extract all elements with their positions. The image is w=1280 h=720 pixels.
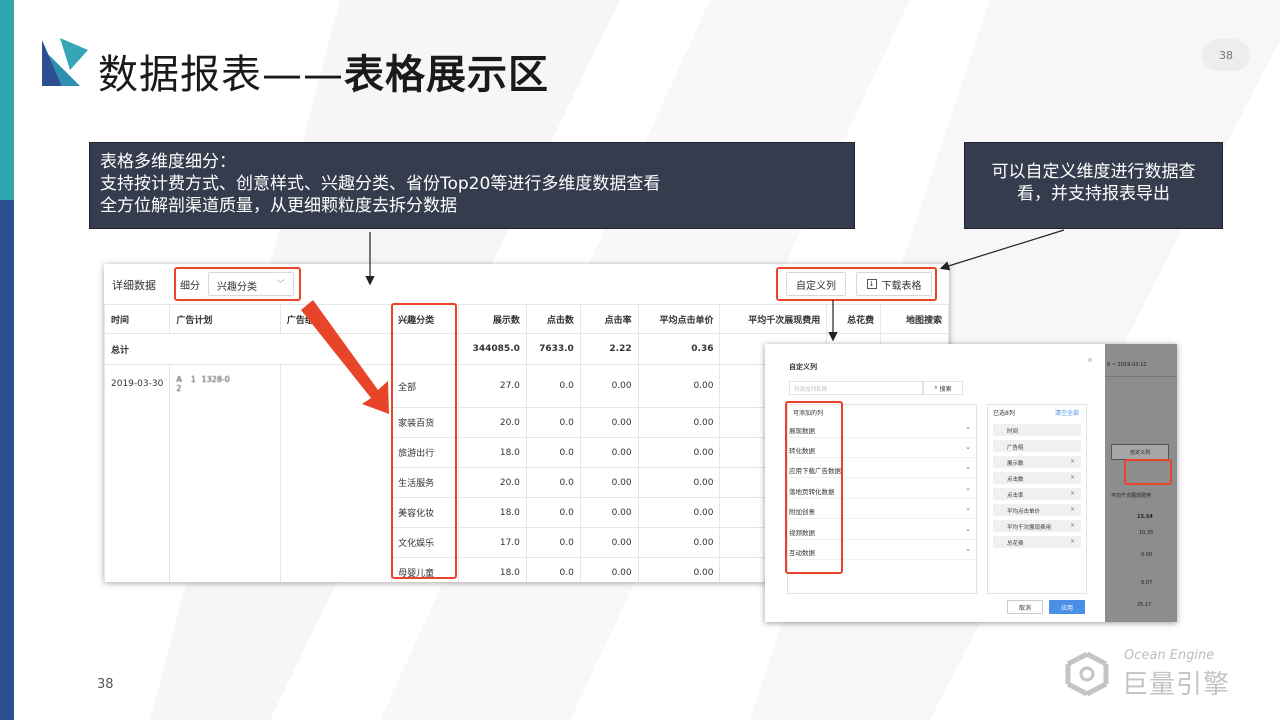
column-header[interactable]: 总花费 <box>826 304 882 334</box>
logo-icon <box>42 38 88 86</box>
selected-column-chip[interactable]: 平均点击单价 × <box>993 504 1081 516</box>
callout-right: 可以自定义维度进行数据查 看，并支持报表导出 <box>964 142 1223 229</box>
table-header-row: 时间 广告计划 广告组 兴趣分类 展示数 点击数 点击率 平均点击单价 平均千次… <box>104 304 949 334</box>
panel-title: 详细数据 <box>112 279 156 292</box>
selected-column-chip[interactable]: 展示数 × <box>993 456 1081 468</box>
chevron-down-icon: ⌄ <box>965 525 971 533</box>
column-header[interactable]: 时间 <box>104 304 171 334</box>
column-header[interactable]: 地图搜索 <box>880 304 949 334</box>
accent-bar-bottom <box>0 200 14 720</box>
chevron-down-icon: ⌄ <box>965 484 971 492</box>
column-header[interactable]: 平均点击单价 <box>637 304 721 334</box>
group-link[interactable] <box>279 364 393 582</box>
remove-icon[interactable]: × <box>1070 458 1075 465</box>
custom-columns-dialog-screenshot: 6 ~ 2019-03-12 自定义列 平均千次展现费用 15.54 10.35… <box>765 344 1177 622</box>
selected-column-chip[interactable]: 总花费 × <box>993 536 1081 548</box>
column-header[interactable]: 点击率 <box>579 304 639 334</box>
callout-left: 表格多维度细分： 支持按计费方式、创意样式、兴趣分类、省份Top20等进行多维度… <box>89 142 855 229</box>
category-column-highlight <box>391 303 457 579</box>
remove-icon[interactable]: × <box>1070 474 1075 481</box>
chevron-down-icon: ⌄ <box>965 423 971 431</box>
segment-highlight <box>174 267 301 301</box>
selected-column-chip[interactable]: 点击数 × <box>993 472 1081 484</box>
clear-all-link[interactable]: 清空全部 <box>1055 408 1079 417</box>
chevron-down-icon: ⌄ <box>965 545 971 553</box>
accent-bar-top <box>0 0 14 200</box>
remove-icon[interactable]: × <box>1070 506 1075 513</box>
page-title: 数据报表——表格展示区 <box>98 52 549 98</box>
search-icon: ⌕ <box>934 384 938 391</box>
page-number-badge: 38 <box>1202 39 1250 71</box>
cancel-button[interactable]: 取消 <box>1007 600 1043 614</box>
bg-custom-columns-button: 自定义列 <box>1111 444 1169 460</box>
selected-columns-header: 已选8列 <box>993 410 1015 417</box>
chevron-down-icon: ⌄ <box>965 504 971 512</box>
chevron-down-icon: ⌄ <box>965 443 971 451</box>
brand-chinese: 巨量引擎 <box>1122 670 1231 700</box>
column-header[interactable]: 平均千次展现费用 <box>719 304 828 334</box>
page-number-footer: 38 <box>97 677 114 692</box>
selected-column-chip: 时间 <box>993 424 1081 436</box>
search-button[interactable]: ⌕ 搜索 <box>923 381 963 395</box>
custom-columns-dialog: 自定义列 × 可添加列名称 ⌕ 搜索 可添加的列 展现数据 ⌄ 转化数据 ⌄ 应用下载… <box>765 344 1101 622</box>
apply-button[interactable]: 应用 <box>1049 600 1085 614</box>
brand-english: Ocean Engine <box>1124 648 1215 663</box>
chevron-down-icon: ⌄ <box>965 463 971 471</box>
column-header[interactable]: 展示数 <box>457 304 527 334</box>
column-header[interactable]: 广告计划 <box>169 304 281 334</box>
column-search-input[interactable]: 可添加列名称 <box>789 381 923 395</box>
bg-custom-button-highlight <box>1124 459 1172 485</box>
brand-logo: Ocean Engine 巨量引擎 <box>1062 648 1262 700</box>
groups-highlight <box>785 401 843 574</box>
toolbar-buttons-highlight <box>776 267 937 301</box>
close-icon[interactable]: × <box>1087 356 1093 364</box>
remove-icon[interactable]: × <box>1070 490 1075 497</box>
column-header[interactable]: 广告组 <box>279 304 393 334</box>
column-header[interactable]: 点击数 <box>525 304 581 334</box>
selected-column-chip: 广告组 <box>993 440 1081 452</box>
brand-aperture-icon <box>1065 651 1109 696</box>
plan-link[interactable]: A 1 1328-0 2 <box>169 364 281 582</box>
remove-icon[interactable]: × <box>1070 522 1075 529</box>
dialog-title: 自定义列 <box>789 363 817 371</box>
selected-column-chip[interactable]: 点击率 × <box>993 488 1081 500</box>
selected-column-chip[interactable]: 平均千次展现费用 × <box>993 520 1081 532</box>
remove-icon[interactable]: × <box>1070 538 1075 545</box>
